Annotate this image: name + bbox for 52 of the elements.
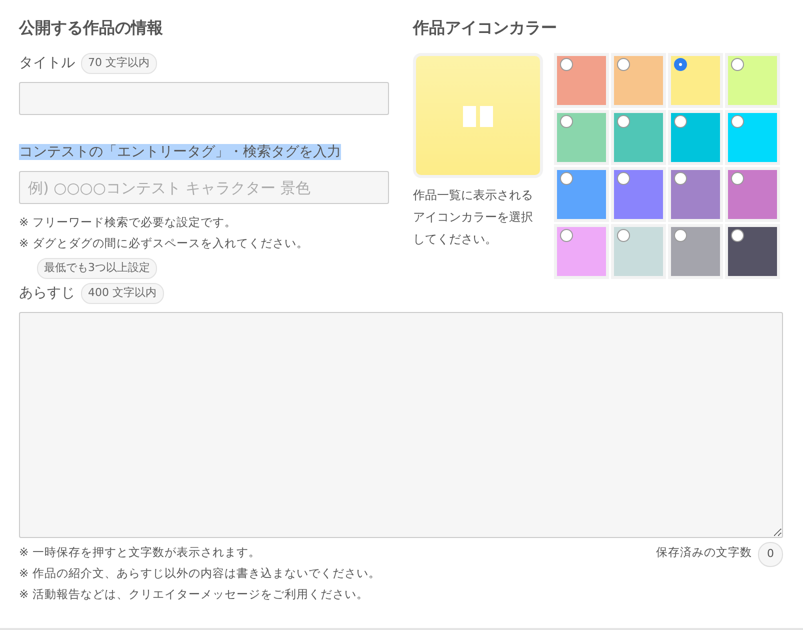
color-swatch[interactable]: [725, 167, 780, 222]
field-label: コンテストの「エントリータグ」・検索タグを入力: [19, 144, 341, 160]
description-text: 作品一覧に表示されるアイコンカラーを選択してください。: [413, 187, 534, 248]
radio-button[interactable]: [674, 229, 687, 242]
field-label: タイトル: [19, 54, 75, 74]
tag-field[interactable]: 例) ○○○○コンテスト キャラクター 景色: [19, 171, 389, 204]
radio-button[interactable]: [617, 115, 630, 128]
color-swatch[interactable]: [611, 224, 666, 280]
book-icon: [462, 104, 494, 128]
radio-button[interactable]: [674, 58, 687, 72]
note-text: ※ 作品の紹介文、あらすじ以外の内容は書き込まないでください。: [19, 565, 380, 582]
color-swatch[interactable]: [611, 53, 666, 108]
radio-button[interactable]: [731, 172, 744, 186]
color-swatch[interactable]: [725, 224, 780, 280]
color-swatch[interactable]: [611, 110, 666, 166]
color-swatch[interactable]: [554, 110, 609, 166]
section-heading: 作品アイコンカラー: [413, 18, 558, 38]
color-swatch[interactable]: [554, 167, 609, 222]
note-text: ※ 活動報告などは、クリエイターメッセージをご利用ください。: [19, 586, 370, 604]
color-swatch[interactable]: [668, 53, 723, 108]
note-text: ※ 一時保存を押すと文字数が表示されます。: [19, 544, 262, 562]
radio-button[interactable]: [674, 115, 687, 128]
limit-badge: 400 文字以内: [81, 283, 164, 304]
color-swatch[interactable]: [668, 167, 723, 222]
color-swatch[interactable]: [725, 53, 780, 108]
note-text: ※ フリーワード検索で必要な設定です。: [19, 214, 238, 232]
radio-button[interactable]: [731, 115, 744, 128]
count-badge: 0: [758, 542, 783, 567]
counter-label: 保存済みの文字数: [656, 544, 752, 562]
field-label: あらすじ: [19, 284, 75, 304]
synopsis-field[interactable]: [19, 312, 783, 538]
color-swatch[interactable]: [554, 53, 609, 108]
color-swatch[interactable]: [668, 224, 723, 280]
title-field[interactable]: [19, 82, 389, 116]
radio-button[interactable]: [674, 172, 687, 186]
radio-button[interactable]: [617, 172, 630, 186]
note-text: ※ ダグとダグの間に必ずスペースを入れてください。: [19, 235, 310, 252]
color-swatch[interactable]: [611, 167, 666, 222]
radio-button[interactable]: [560, 229, 573, 242]
hint-badge: 最低でも3つ以上設定: [37, 258, 157, 279]
radio-button[interactable]: [731, 58, 744, 72]
radio-button[interactable]: [617, 229, 630, 242]
radio-button[interactable]: [560, 115, 573, 128]
radio-button[interactable]: [560, 58, 573, 72]
radio-button[interactable]: [560, 172, 573, 186]
color-swatch[interactable]: [554, 224, 609, 280]
color-swatch[interactable]: [725, 110, 780, 166]
radio-button[interactable]: [731, 229, 744, 242]
radio-button[interactable]: [617, 58, 630, 72]
color-swatch[interactable]: [668, 110, 723, 166]
limit-badge: 70 文字以内: [81, 53, 156, 74]
section-heading: 公開する作品の情報: [19, 18, 164, 38]
